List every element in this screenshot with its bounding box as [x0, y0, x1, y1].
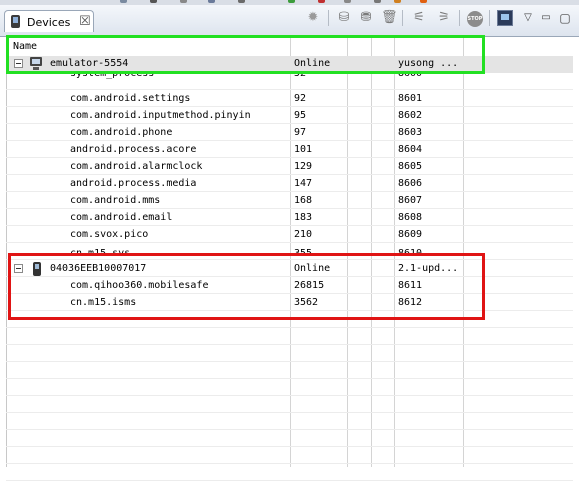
phone-icon	[11, 15, 20, 28]
process-name: com.android.alarmclock	[70, 161, 203, 172]
dump-hprof-icon[interactable]: 🗑	[381, 10, 398, 26]
row-gridline	[6, 344, 573, 345]
process-pid: 97	[294, 127, 307, 138]
heap-update-icon[interactable]: ⛁	[336, 10, 352, 26]
toolbar-separator	[328, 10, 329, 26]
process-row[interactable]: android.process.media 147 8606	[6, 176, 573, 193]
method-profiling-icon[interactable]: ⚞	[436, 10, 452, 26]
process-pid: 183	[294, 212, 313, 223]
row-gridline	[6, 327, 573, 328]
process-port: 8602	[398, 110, 423, 121]
process-row[interactable]: com.android.phone 97 8603	[6, 125, 573, 142]
process-row[interactable]: android.process.acore 101 8604	[6, 142, 573, 159]
thread-update-icon[interactable]: ⚟	[411, 10, 427, 26]
close-icon[interactable]: ☒	[79, 14, 91, 29]
view-menu-icon[interactable]: ▽	[520, 10, 536, 26]
process-pid: 95	[294, 110, 307, 121]
maximize-icon[interactable]: ▢	[557, 10, 573, 26]
process-name: com.android.phone	[70, 127, 173, 138]
process-pid: 92	[294, 93, 307, 104]
debug-bug-icon[interactable]: ✹	[305, 10, 321, 26]
process-pid: 210	[294, 229, 313, 240]
process-name: com.android.inputmethod.pinyin	[70, 110, 251, 121]
process-row[interactable]: com.android.settings 92 8601	[6, 91, 573, 108]
process-name: com.android.settings	[70, 93, 191, 104]
process-pid: 101	[294, 144, 313, 155]
row-gridline	[6, 446, 573, 447]
row-gridline	[6, 395, 573, 396]
screen-capture-icon[interactable]	[497, 10, 513, 26]
process-name: com.android.email	[70, 212, 173, 223]
stop-process-icon[interactable]: STOP	[467, 11, 483, 27]
row-gridline	[6, 463, 573, 464]
toolbar-separator	[489, 10, 490, 26]
row-gridline	[6, 89, 573, 90]
process-name: android.process.media	[70, 178, 197, 189]
process-port: 8604	[398, 144, 423, 155]
process-pid: 129	[294, 161, 313, 172]
process-port: 8607	[398, 195, 423, 206]
process-row[interactable]: com.svox.pico 210 8609	[6, 227, 573, 244]
tab-devices[interactable]: Devices ☒	[4, 10, 94, 32]
process-row[interactable]: system_process 52 8600	[6, 73, 573, 84]
process-port: 8609	[398, 229, 423, 240]
process-pid: 168	[294, 195, 313, 206]
process-port: 8608	[398, 212, 423, 223]
process-row[interactable]: com.android.alarmclock 129 8605	[6, 159, 573, 176]
process-port: 8605	[398, 161, 423, 172]
row-gridline	[6, 429, 573, 430]
process-port: 8603	[398, 127, 423, 138]
process-port: 8601	[398, 93, 423, 104]
cause-gc-icon[interactable]: ⛃	[358, 10, 374, 26]
process-pid: 147	[294, 178, 313, 189]
toolbar-separator	[402, 10, 403, 26]
emulator-highlight-box	[6, 35, 485, 74]
row-gridline	[6, 361, 573, 362]
tab-devices-label: Devices	[27, 16, 71, 29]
process-name: com.android.mms	[70, 195, 161, 206]
toolbar-separator	[459, 10, 460, 26]
minimize-icon[interactable]: ▭	[538, 10, 554, 26]
process-row[interactable]: com.android.mms 168 8607	[6, 193, 573, 210]
devices-view-tabbar: Devices ☒	[0, 5, 579, 37]
row-gridline	[6, 378, 573, 379]
row-gridline	[6, 412, 573, 413]
process-name: android.process.acore	[70, 144, 197, 155]
process-name: com.svox.pico	[70, 229, 149, 240]
phone-highlight-box	[8, 253, 485, 320]
process-row[interactable]: com.android.email 183 8608	[6, 210, 573, 227]
process-row[interactable]: com.android.inputmethod.pinyin 95 8602	[6, 108, 573, 125]
process-port: 8606	[398, 178, 423, 189]
